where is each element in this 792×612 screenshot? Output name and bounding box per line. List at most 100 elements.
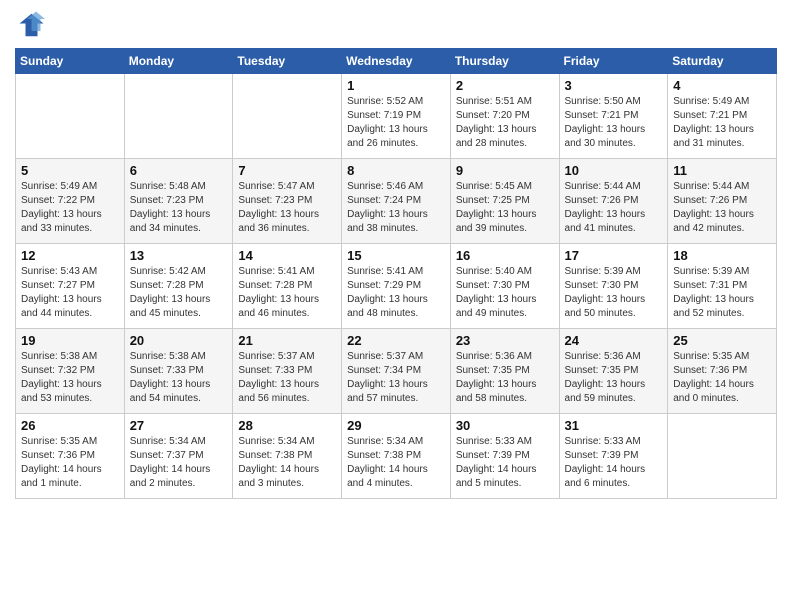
- day-number: 15: [347, 248, 445, 263]
- day-content: Sunrise: 5:42 AM Sunset: 7:28 PM Dayligh…: [130, 265, 228, 321]
- day-content: Sunrise: 5:35 AM Sunset: 7:36 PM Dayligh…: [21, 435, 119, 491]
- calendar-cell: 24 Sunrise: 5:36 AM Sunset: 7:35 PM Dayli…: [559, 329, 668, 414]
- day-number: 14: [238, 248, 336, 263]
- day-number: 18: [673, 248, 771, 263]
- day-content: Sunrise: 5:49 AM Sunset: 7:21 PM Dayligh…: [673, 95, 771, 151]
- day-content: Sunrise: 5:34 AM Sunset: 7:37 PM Dayligh…: [130, 435, 228, 491]
- day-content: Sunrise: 5:37 AM Sunset: 7:33 PM Dayligh…: [238, 350, 336, 406]
- day-number: 6: [130, 163, 228, 178]
- calendar-cell: 30 Sunrise: 5:33 AM Sunset: 7:39 PM Dayli…: [450, 414, 559, 499]
- day-number: 19: [21, 333, 119, 348]
- page-header: [15, 10, 777, 40]
- day-number: 21: [238, 333, 336, 348]
- day-content: Sunrise: 5:38 AM Sunset: 7:32 PM Dayligh…: [21, 350, 119, 406]
- day-number: 25: [673, 333, 771, 348]
- day-number: 26: [21, 418, 119, 433]
- day-content: Sunrise: 5:34 AM Sunset: 7:38 PM Dayligh…: [238, 435, 336, 491]
- day-content: Sunrise: 5:37 AM Sunset: 7:34 PM Dayligh…: [347, 350, 445, 406]
- calendar-cell: [124, 74, 233, 159]
- day-content: Sunrise: 5:43 AM Sunset: 7:27 PM Dayligh…: [21, 265, 119, 321]
- calendar-cell: 2 Sunrise: 5:51 AM Sunset: 7:20 PM Daylig…: [450, 74, 559, 159]
- calendar-cell: 5 Sunrise: 5:49 AM Sunset: 7:22 PM Daylig…: [16, 159, 125, 244]
- day-number: 1: [347, 78, 445, 93]
- day-content: Sunrise: 5:33 AM Sunset: 7:39 PM Dayligh…: [456, 435, 554, 491]
- calendar-cell: 8 Sunrise: 5:46 AM Sunset: 7:24 PM Daylig…: [342, 159, 451, 244]
- day-content: Sunrise: 5:39 AM Sunset: 7:31 PM Dayligh…: [673, 265, 771, 321]
- day-number: 11: [673, 163, 771, 178]
- day-content: Sunrise: 5:39 AM Sunset: 7:30 PM Dayligh…: [565, 265, 663, 321]
- calendar-cell: 9 Sunrise: 5:45 AM Sunset: 7:25 PM Daylig…: [450, 159, 559, 244]
- calendar-cell: 19 Sunrise: 5:38 AM Sunset: 7:32 PM Dayli…: [16, 329, 125, 414]
- logo-icon: [15, 10, 45, 40]
- day-content: Sunrise: 5:50 AM Sunset: 7:21 PM Dayligh…: [565, 95, 663, 151]
- calendar-week-5: 26 Sunrise: 5:35 AM Sunset: 7:36 PM Dayli…: [16, 414, 777, 499]
- day-header-thursday: Thursday: [450, 49, 559, 74]
- calendar-cell: 4 Sunrise: 5:49 AM Sunset: 7:21 PM Daylig…: [668, 74, 777, 159]
- calendar-cell: 12 Sunrise: 5:43 AM Sunset: 7:27 PM Dayli…: [16, 244, 125, 329]
- calendar-week-3: 12 Sunrise: 5:43 AM Sunset: 7:27 PM Dayli…: [16, 244, 777, 329]
- day-content: Sunrise: 5:41 AM Sunset: 7:28 PM Dayligh…: [238, 265, 336, 321]
- calendar-cell: 25 Sunrise: 5:35 AM Sunset: 7:36 PM Dayli…: [668, 329, 777, 414]
- day-number: 4: [673, 78, 771, 93]
- calendar-cell: 21 Sunrise: 5:37 AM Sunset: 7:33 PM Dayli…: [233, 329, 342, 414]
- day-number: 12: [21, 248, 119, 263]
- day-number: 16: [456, 248, 554, 263]
- day-content: Sunrise: 5:36 AM Sunset: 7:35 PM Dayligh…: [565, 350, 663, 406]
- day-number: 2: [456, 78, 554, 93]
- day-number: 10: [565, 163, 663, 178]
- day-content: Sunrise: 5:49 AM Sunset: 7:22 PM Dayligh…: [21, 180, 119, 236]
- calendar-cell: [668, 414, 777, 499]
- day-header-tuesday: Tuesday: [233, 49, 342, 74]
- calendar-week-2: 5 Sunrise: 5:49 AM Sunset: 7:22 PM Daylig…: [16, 159, 777, 244]
- calendar-week-4: 19 Sunrise: 5:38 AM Sunset: 7:32 PM Dayli…: [16, 329, 777, 414]
- day-number: 13: [130, 248, 228, 263]
- calendar-week-1: 1 Sunrise: 5:52 AM Sunset: 7:19 PM Daylig…: [16, 74, 777, 159]
- day-content: Sunrise: 5:36 AM Sunset: 7:35 PM Dayligh…: [456, 350, 554, 406]
- day-content: Sunrise: 5:34 AM Sunset: 7:38 PM Dayligh…: [347, 435, 445, 491]
- calendar-cell: 18 Sunrise: 5:39 AM Sunset: 7:31 PM Dayli…: [668, 244, 777, 329]
- day-number: 9: [456, 163, 554, 178]
- day-header-friday: Friday: [559, 49, 668, 74]
- day-number: 24: [565, 333, 663, 348]
- day-number: 8: [347, 163, 445, 178]
- day-content: Sunrise: 5:48 AM Sunset: 7:23 PM Dayligh…: [130, 180, 228, 236]
- day-header-monday: Monday: [124, 49, 233, 74]
- calendar-cell: 7Sunrise: 5:47 AM Sunset: 7:23 PM Daylig…: [233, 159, 342, 244]
- day-content: Sunrise: 5:35 AM Sunset: 7:36 PM Dayligh…: [673, 350, 771, 406]
- day-content: Sunrise: 5:44 AM Sunset: 7:26 PM Dayligh…: [673, 180, 771, 236]
- calendar-cell: 3 Sunrise: 5:50 AM Sunset: 7:21 PM Daylig…: [559, 74, 668, 159]
- calendar-cell: 10 Sunrise: 5:44 AM Sunset: 7:26 PM Dayli…: [559, 159, 668, 244]
- day-number: 30: [456, 418, 554, 433]
- calendar-cell: 17 Sunrise: 5:39 AM Sunset: 7:30 PM Dayli…: [559, 244, 668, 329]
- calendar-cell: 13 Sunrise: 5:42 AM Sunset: 7:28 PM Dayli…: [124, 244, 233, 329]
- calendar-cell: 23Sunrise: 5:36 AM Sunset: 7:35 PM Dayli…: [450, 329, 559, 414]
- day-content: Sunrise: 5:38 AM Sunset: 7:33 PM Dayligh…: [130, 350, 228, 406]
- day-number: 22: [347, 333, 445, 348]
- day-content: Sunrise: 5:47 AM Sunset: 7:23 PM Dayligh…: [238, 180, 336, 236]
- day-content: Sunrise: 5:33 AM Sunset: 7:39 PM Dayligh…: [565, 435, 663, 491]
- calendar-cell: 20Sunrise: 5:38 AM Sunset: 7:33 PM Dayli…: [124, 329, 233, 414]
- day-content: Sunrise: 5:45 AM Sunset: 7:25 PM Dayligh…: [456, 180, 554, 236]
- calendar-cell: 31 Sunrise: 5:33 AM Sunset: 7:39 PM Dayli…: [559, 414, 668, 499]
- day-number: 31: [565, 418, 663, 433]
- day-content: Sunrise: 5:46 AM Sunset: 7:24 PM Dayligh…: [347, 180, 445, 236]
- calendar-cell: [233, 74, 342, 159]
- day-content: Sunrise: 5:44 AM Sunset: 7:26 PM Dayligh…: [565, 180, 663, 236]
- day-number: 3: [565, 78, 663, 93]
- calendar-cell: 15 Sunrise: 5:41 AM Sunset: 7:29 PM Dayli…: [342, 244, 451, 329]
- day-number: 29: [347, 418, 445, 433]
- day-content: Sunrise: 5:41 AM Sunset: 7:29 PM Dayligh…: [347, 265, 445, 321]
- calendar-cell: 28 Sunrise: 5:34 AM Sunset: 7:38 PM Dayli…: [233, 414, 342, 499]
- calendar-cell: 22 Sunrise: 5:37 AM Sunset: 7:34 PM Dayli…: [342, 329, 451, 414]
- calendar-cell: 14 Sunrise: 5:41 AM Sunset: 7:28 PM Dayli…: [233, 244, 342, 329]
- calendar-cell: [16, 74, 125, 159]
- day-content: Sunrise: 5:52 AM Sunset: 7:19 PM Dayligh…: [347, 95, 445, 151]
- day-header-wednesday: Wednesday: [342, 49, 451, 74]
- day-number: 27: [130, 418, 228, 433]
- day-content: Sunrise: 5:51 AM Sunset: 7:20 PM Dayligh…: [456, 95, 554, 151]
- day-number: 5: [21, 163, 119, 178]
- day-header-sunday: Sunday: [16, 49, 125, 74]
- day-number: 17: [565, 248, 663, 263]
- day-number: 28: [238, 418, 336, 433]
- calendar-cell: 6 Sunrise: 5:48 AM Sunset: 7:23 PM Daylig…: [124, 159, 233, 244]
